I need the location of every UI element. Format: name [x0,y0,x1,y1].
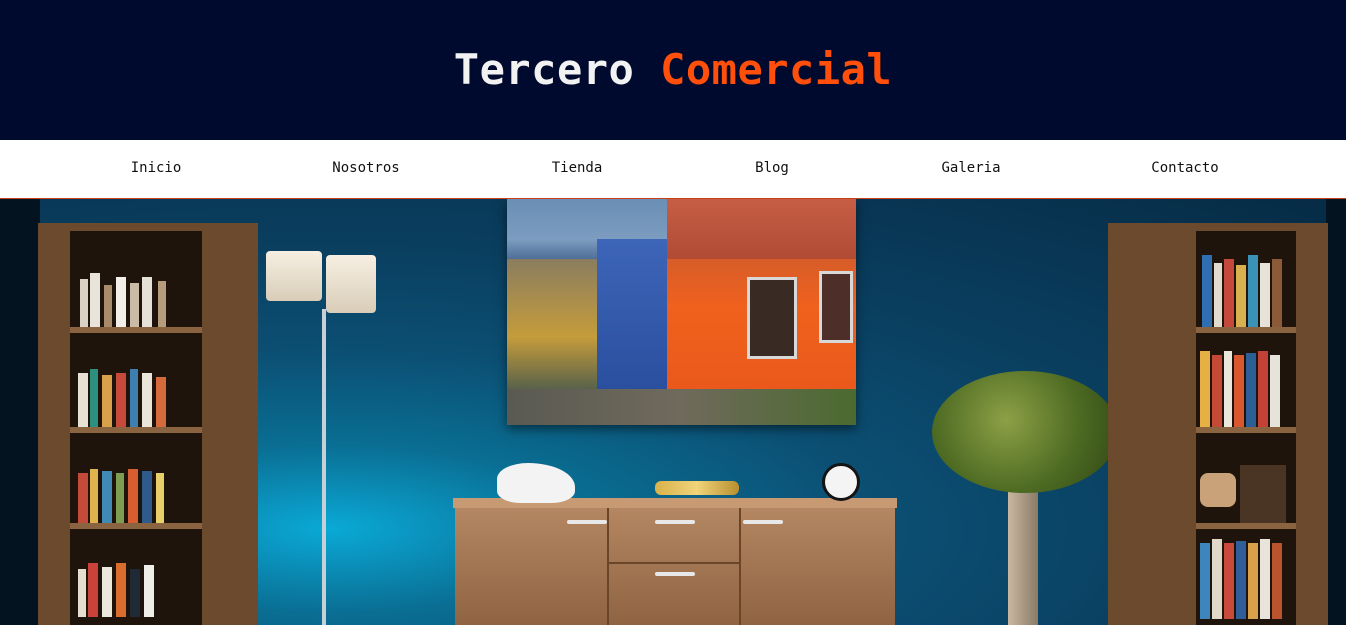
nav-item-inicio[interactable]: Inicio [131,160,182,176]
lamp-shade-left [266,251,322,301]
site-header: Tercero Comercial [0,0,1346,140]
sideboard [453,498,897,625]
hero-shadow-right [1326,199,1346,625]
nav-item-tienda[interactable]: Tienda [552,160,603,176]
hero-shadow-left [0,199,40,625]
logo-word-comercial: Comercial [660,45,893,94]
right-bookshelf [1108,223,1328,625]
site-logo[interactable]: Tercero Comercial [454,49,892,91]
main-nav: Inicio Nosotros Tienda Blog Galeria Cont… [0,140,1346,199]
hero-image [0,199,1346,625]
lamp-shade-right [326,255,376,313]
nav-item-galeria[interactable]: Galeria [941,160,1000,176]
floor-lamp [322,309,326,625]
ceramic-figurine [497,463,575,503]
nav-item-nosotros[interactable]: Nosotros [332,160,399,176]
nav-item-contacto[interactable]: Contacto [1151,160,1218,176]
decorative-ornament [655,481,739,495]
nav-item-blog[interactable]: Blog [755,160,789,176]
clock-icon [822,463,860,501]
potted-tree [932,371,1118,493]
wall-painting [507,199,856,425]
left-bookshelf [38,223,258,625]
logo-word-tercero: Tercero [453,45,635,94]
